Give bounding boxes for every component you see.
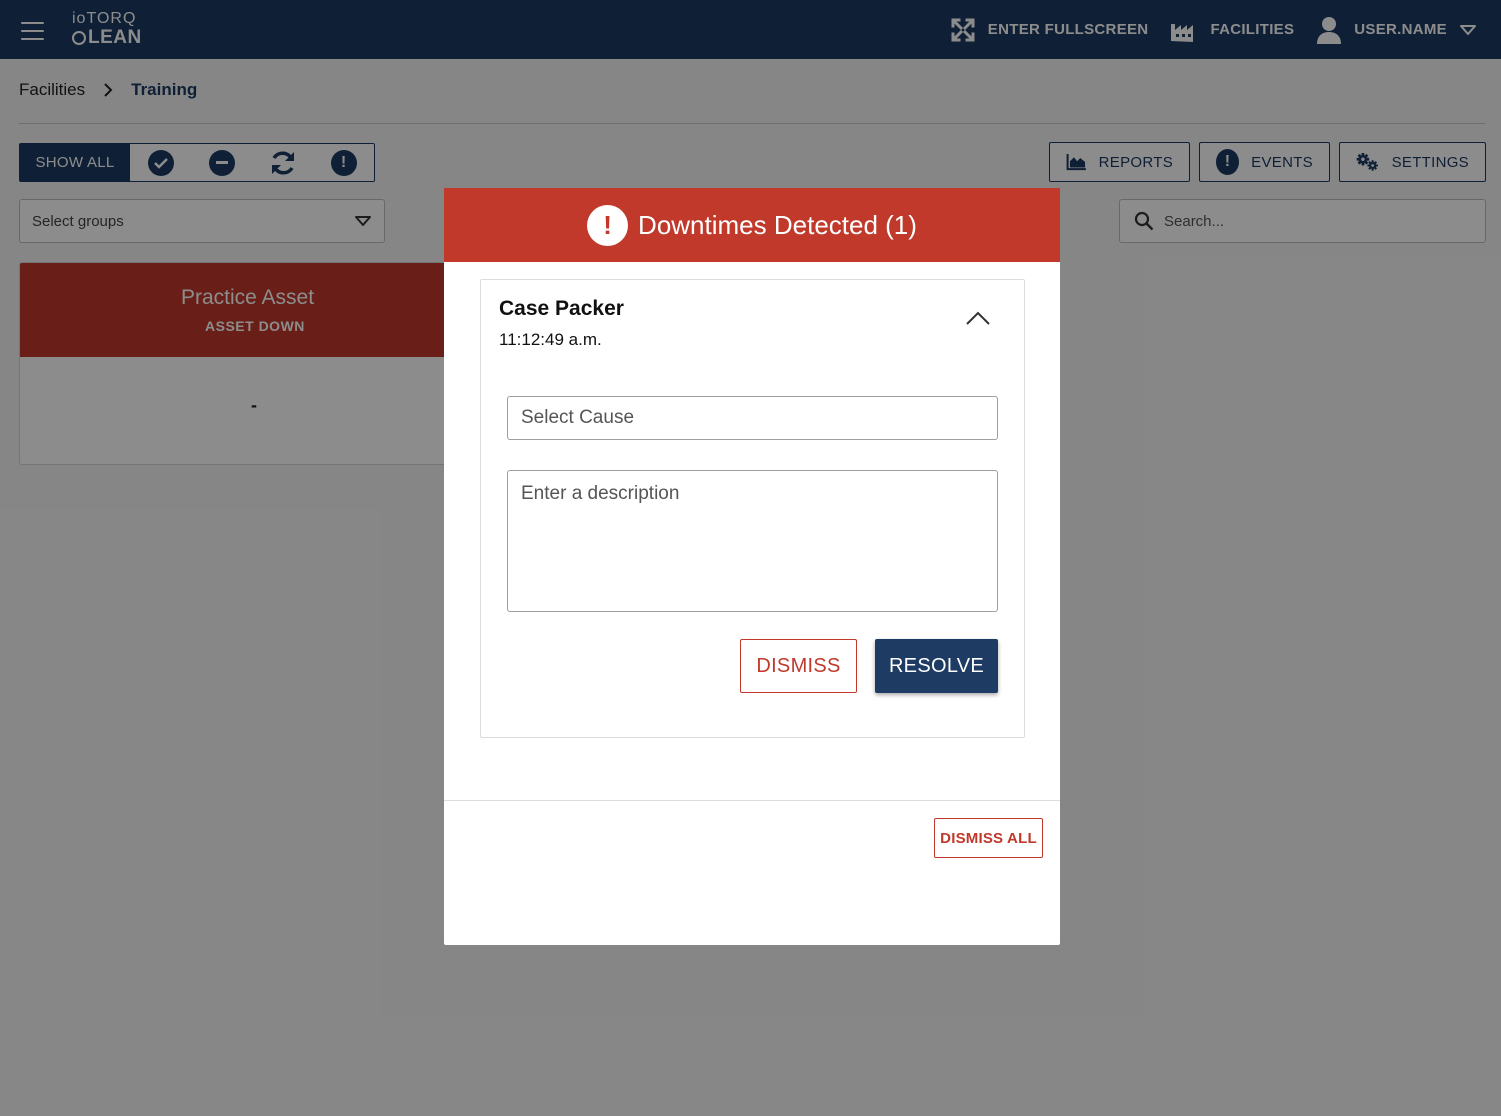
dismiss-all-button[interactable]: DISMISS ALL — [934, 818, 1043, 858]
description-textarea[interactable] — [507, 470, 998, 612]
modal-header: ! Downtimes Detected (1) — [444, 188, 1060, 262]
downtime-modal: ! Downtimes Detected (1) Case Packer 11:… — [444, 188, 1060, 945]
downtime-panel: Case Packer 11:12:49 a.m. Select Cause D… — [480, 279, 1025, 738]
downtime-time: 11:12:49 a.m. — [499, 330, 602, 349]
modal-footer-divider — [444, 800, 1060, 801]
select-cause-dropdown[interactable]: Select Cause — [507, 396, 998, 440]
resolve-button[interactable]: RESOLVE — [875, 639, 998, 693]
chevron-up-icon[interactable] — [965, 310, 991, 326]
modal-title: Downtimes Detected (1) — [638, 209, 917, 240]
downtime-asset-name: Case Packer — [499, 297, 624, 320]
select-cause-placeholder: Select Cause — [521, 407, 635, 428]
dismiss-button[interactable]: DISMISS — [740, 639, 857, 693]
alert-icon: ! — [587, 204, 629, 246]
